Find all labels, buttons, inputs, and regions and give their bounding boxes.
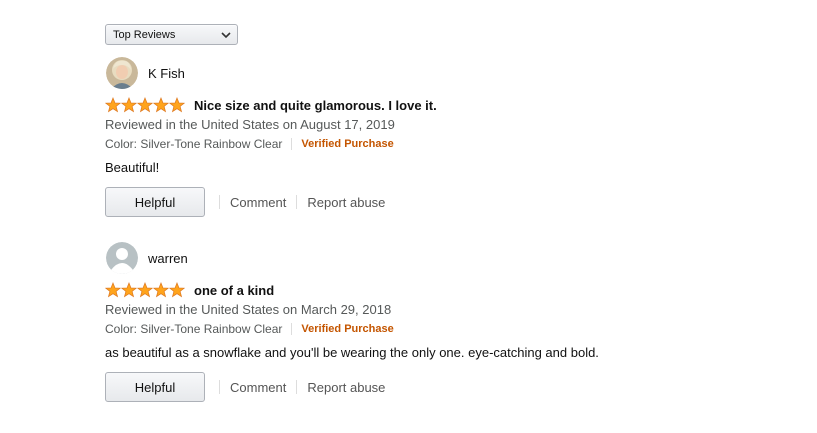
- star-icon: [137, 97, 153, 113]
- review-date: Reviewed in the United States on March 2…: [105, 302, 392, 317]
- divider: [219, 195, 220, 209]
- divider: [291, 138, 293, 150]
- review-body: as beautiful as a snowflake and you'll b…: [105, 345, 599, 360]
- helpful-button[interactable]: Helpful: [105, 372, 205, 402]
- comment-link[interactable]: Comment: [230, 380, 286, 395]
- reviewer-name[interactable]: warren: [148, 251, 188, 266]
- star-icon: [121, 282, 137, 298]
- avatar: [106, 57, 138, 89]
- review-card: warren one of a kind Reviewed in the Uni…: [105, 241, 805, 402]
- star-icon: [169, 97, 185, 113]
- review-title[interactable]: Nice size and quite glamorous. I love it…: [194, 98, 437, 113]
- report-abuse-link[interactable]: Report abuse: [307, 195, 385, 210]
- reviewer-name[interactable]: K Fish: [148, 66, 185, 81]
- sort-dropdown[interactable]: Top Reviews: [105, 24, 238, 45]
- star-icon: [137, 282, 153, 298]
- review-title[interactable]: one of a kind: [194, 283, 274, 298]
- star-icon: [153, 282, 169, 298]
- avatar: [106, 242, 138, 274]
- review-format[interactable]: Color: Silver-Tone Rainbow Clear: [105, 321, 282, 337]
- reviewer-profile[interactable]: warren: [105, 241, 805, 275]
- divider: [296, 195, 298, 209]
- star-icon: [169, 282, 185, 298]
- star-icon: [105, 97, 121, 113]
- star-rating[interactable]: [105, 97, 185, 113]
- chevron-down-icon: [221, 32, 231, 39]
- star-icon: [105, 282, 121, 298]
- comment-link[interactable]: Comment: [230, 195, 286, 210]
- review-date: Reviewed in the United States on August …: [105, 117, 395, 132]
- review-format[interactable]: Color: Silver-Tone Rainbow Clear: [105, 136, 282, 152]
- star-rating[interactable]: [105, 282, 185, 298]
- star-icon: [153, 97, 169, 113]
- helpful-button[interactable]: Helpful: [105, 187, 205, 217]
- divider: [219, 380, 220, 394]
- star-icon: [121, 97, 137, 113]
- review-body: Beautiful!: [105, 160, 160, 175]
- verified-purchase-badge: Verified Purchase: [301, 138, 394, 150]
- sort-selected-label: Top Reviews: [113, 28, 176, 41]
- reviewer-profile[interactable]: K Fish: [105, 56, 805, 90]
- verified-purchase-badge: Verified Purchase: [301, 323, 394, 335]
- divider: [291, 323, 293, 335]
- review-card: K Fish Nice size and quite glamorous. I …: [105, 56, 805, 217]
- report-abuse-link[interactable]: Report abuse: [307, 380, 385, 395]
- divider: [296, 380, 298, 394]
